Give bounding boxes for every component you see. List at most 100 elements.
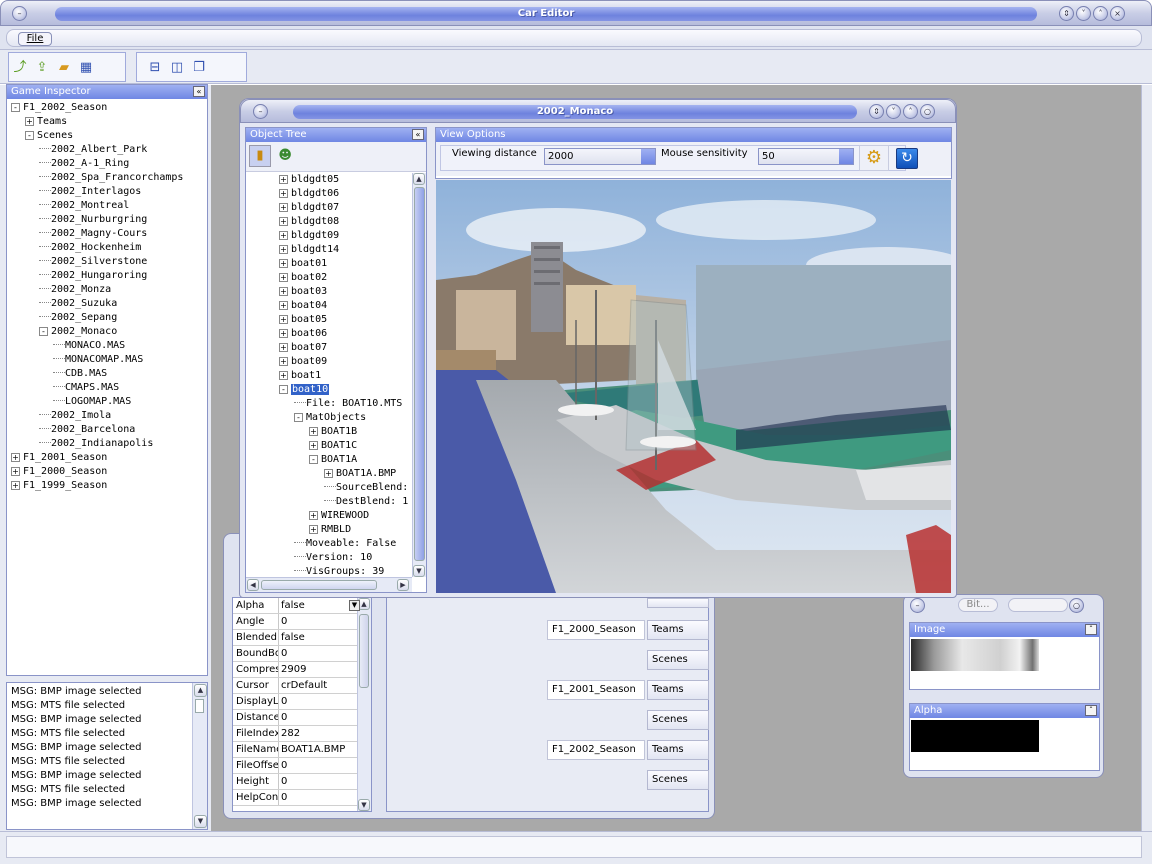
teams-button[interactable]: Teams <box>647 740 709 760</box>
expand-icon[interactable]: + <box>324 469 333 478</box>
object-tree-item[interactable]: + boat04 <box>279 299 412 313</box>
unlabeled-button[interactable] <box>647 598 709 608</box>
collapse-icon[interactable]: - <box>25 131 34 140</box>
object-tree-item[interactable]: + boat07 <box>279 341 412 355</box>
season-label[interactable]: F1_2001_Season <box>547 680 645 700</box>
property-value[interactable]: 2909 <box>279 662 357 677</box>
tree-item[interactable]: MONACOMAP.MAS <box>11 353 207 367</box>
teams-button[interactable]: Teams <box>647 620 709 640</box>
settings-gear-icon[interactable]: ⚙ <box>859 145 889 171</box>
tile-horizontal-icon[interactable]: ⊟ <box>145 58 165 78</box>
object-tree-item[interactable]: + WIREWOOD <box>279 509 412 523</box>
tile-vertical-icon[interactable]: ◫ <box>167 58 187 78</box>
expand-icon[interactable]: + <box>25 117 34 126</box>
scroll-down-button[interactable]: ▼ <box>194 815 207 828</box>
scroll-down-button[interactable]: ▼ <box>413 565 425 577</box>
object-tree-item[interactable]: DestBlend: 1 <box>279 495 412 509</box>
tree-item[interactable]: 2002_A-1_Ring <box>11 157 207 171</box>
object-tree-item[interactable]: - BOAT1A <box>279 453 412 467</box>
tree-item[interactable]: 2002_Albert_Park <box>11 143 207 157</box>
tree-item[interactable]: 2002_Nurburgring <box>11 213 207 227</box>
expand-icon[interactable]: + <box>279 203 288 212</box>
tree-item[interactable]: 2002_Indianapolis <box>11 437 207 451</box>
tree-item[interactable]: 2002_Sepang <box>11 311 207 325</box>
property-value[interactable]: crDefault <box>279 678 357 693</box>
tree-item[interactable]: CMAPS.MAS <box>11 381 207 395</box>
scenes-button[interactable]: Scenes <box>647 650 709 670</box>
expand-icon[interactable]: + <box>279 245 288 254</box>
object-tree-item[interactable]: + BOAT1C <box>279 439 412 453</box>
grid-icon[interactable]: ▦ <box>76 58 96 78</box>
property-row[interactable]: Height 0 <box>233 774 357 790</box>
expand-icon[interactable]: + <box>279 287 288 296</box>
object-tree-collapse-button[interactable]: « <box>412 129 424 140</box>
3d-viewport[interactable] <box>436 180 951 593</box>
viewing-distance-spinner[interactable] <box>641 149 655 164</box>
tree-item[interactable]: + F1_2000_Season <box>11 465 207 479</box>
collapse-icon[interactable]: - <box>294 413 303 422</box>
object-tree-item[interactable]: - boat10 <box>279 383 412 397</box>
property-row[interactable]: FileIndex 282 <box>233 726 357 742</box>
object-tree-item[interactable]: File: BOAT10.MTS <box>279 397 412 411</box>
mouse-sensitivity-spinner[interactable] <box>839 149 853 164</box>
property-row[interactable]: BoundBox0 <box>233 646 357 662</box>
scroll-right-button[interactable]: ▶ <box>397 579 409 591</box>
users-icon[interactable]: ☻ <box>274 146 296 168</box>
scroll-up-button[interactable]: ▲ <box>194 684 207 697</box>
expand-icon[interactable]: + <box>11 467 20 476</box>
tree-item[interactable]: -2002_Monaco <box>11 325 207 339</box>
tree-item[interactable]: 2002_Magny-Cours <box>11 227 207 241</box>
tree-item[interactable]: - Scenes <box>11 129 207 143</box>
expand-icon[interactable]: + <box>309 441 318 450</box>
bitmap-close-button[interactable]: ○ <box>1069 598 1084 613</box>
property-value[interactable]: false <box>279 630 357 645</box>
expand-icon[interactable]: + <box>11 453 20 462</box>
tree-item[interactable]: + F1_1999_Season <box>11 479 207 493</box>
monaco-maximize-button[interactable]: ˄ <box>903 104 918 119</box>
scroll-up-button[interactable]: ▲ <box>413 173 425 185</box>
lock-icon[interactable]: ▮ <box>249 145 271 167</box>
expand-icon[interactable]: + <box>11 481 20 490</box>
expand-icon[interactable]: + <box>279 231 288 240</box>
object-tree-item[interactable]: + bldgdt14 <box>279 243 412 257</box>
object-tree-item[interactable]: VisGroups: 39 <box>279 565 412 577</box>
expand-icon[interactable]: + <box>309 427 318 436</box>
object-tree-item[interactable]: + bldgdt07 <box>279 201 412 215</box>
property-scrollbar[interactable]: ▲ ▼ <box>357 598 371 811</box>
expand-icon[interactable]: + <box>279 301 288 310</box>
property-row[interactable]: Blended false <box>233 630 357 646</box>
collapse-icon[interactable]: - <box>11 103 20 112</box>
object-tree-item[interactable]: + BOAT1B <box>279 425 412 439</box>
object-tree-item[interactable]: + bldgdt06 <box>279 187 412 201</box>
property-row[interactable]: DisplayList0 <box>233 694 357 710</box>
property-row[interactable]: FileOffset 0 <box>233 758 357 774</box>
tree-item[interactable]: + F1_2001_Season <box>11 451 207 465</box>
collapse-button[interactable]: « <box>193 86 205 97</box>
collapse-icon[interactable]: - <box>309 455 318 464</box>
object-tree-item[interactable]: + bldgdt05 <box>279 173 412 187</box>
folder-icon[interactable]: ▰ <box>54 58 74 78</box>
tree-item[interactable]: 2002_Monza <box>11 283 207 297</box>
collapse-icon[interactable]: - <box>39 327 48 336</box>
expand-icon[interactable]: + <box>279 371 288 380</box>
file-menu[interactable]: File <box>18 32 52 46</box>
object-tree-item[interactable]: + boat01 <box>279 257 412 271</box>
object-tree-item[interactable]: + boat03 <box>279 285 412 299</box>
expand-icon[interactable]: + <box>279 175 288 184</box>
tree-item[interactable]: LOGOMAP.MAS <box>11 395 207 409</box>
object-tree-item[interactable]: - MatObjects <box>279 411 412 425</box>
property-row[interactable]: Distance 0 <box>233 710 357 726</box>
tree-item[interactable]: 2002_Silverstone <box>11 255 207 269</box>
object-tree-item[interactable]: + BOAT1A.BMP <box>279 467 412 481</box>
maximize-button[interactable]: ˄ <box>1093 6 1108 21</box>
tree-item[interactable]: 2002_Barcelona <box>11 423 207 437</box>
alpha-dropdown-arrow[interactable]: ▼ <box>349 600 360 611</box>
property-row[interactable]: HelpContext0 <box>233 790 357 806</box>
monaco-scroll-icon[interactable]: ⇕ <box>869 104 884 119</box>
tree-item[interactable]: 2002_Imola <box>11 409 207 423</box>
bitmap-system-button[interactable]: – <box>910 598 925 613</box>
monaco-minimize-button[interactable]: ˅ <box>886 104 901 119</box>
open-icon[interactable]: ⤴ <box>10 58 30 78</box>
expand-icon[interactable]: + <box>279 189 288 198</box>
expand-icon[interactable]: + <box>309 525 318 534</box>
